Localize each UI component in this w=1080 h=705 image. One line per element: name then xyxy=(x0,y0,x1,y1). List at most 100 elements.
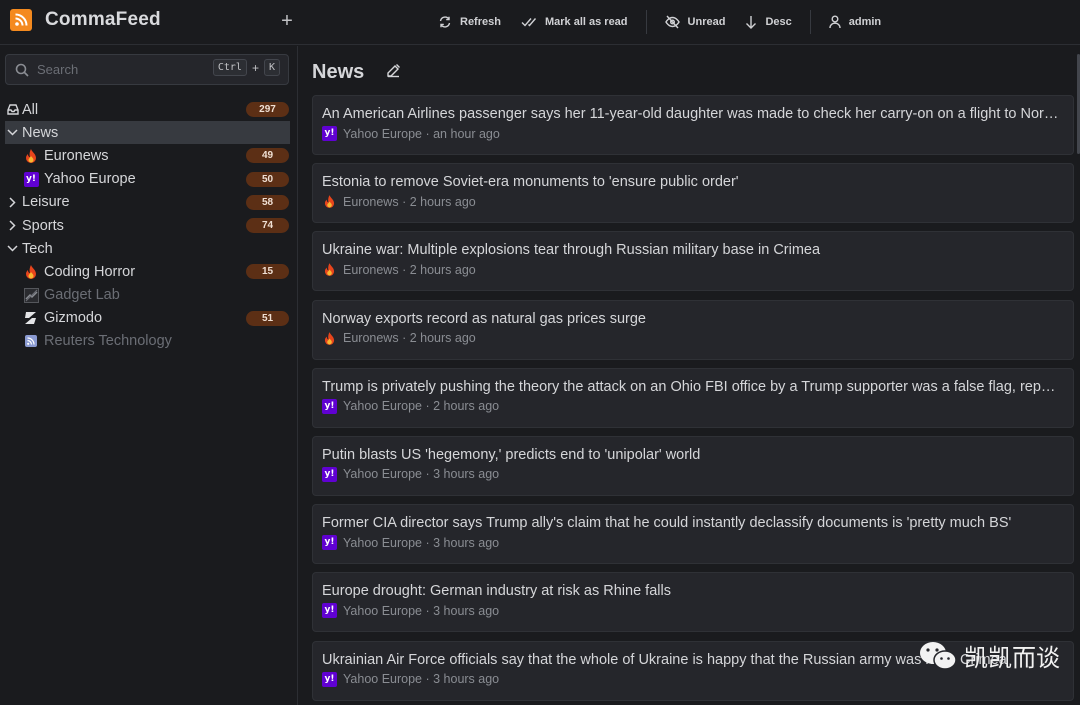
unread-label: Unread xyxy=(687,16,726,28)
tree-item-gadget-lab[interactable]: Gadget Lab xyxy=(5,284,290,307)
inbox-icon xyxy=(6,104,19,115)
tree-item-all[interactable]: All 297 xyxy=(5,98,290,121)
entry-title: Ukraine war: Multiple explosions tear th… xyxy=(322,242,821,259)
sidebar: Ctrl + K All 297 News Euronews 49 xyxy=(0,46,298,705)
entry-time: 2 hours ago xyxy=(433,399,500,414)
tree-item-euronews[interactable]: Euronews 49 xyxy=(5,144,290,167)
entry-meta: y! Yahoo Europe · 3 hours ago xyxy=(322,603,1073,619)
meta-separator: · xyxy=(398,331,410,346)
entry-meta: y! Yahoo Europe · 2 hours ago xyxy=(322,398,1073,414)
meta-separator: · xyxy=(398,262,410,277)
app-title: CommaFeed xyxy=(45,9,161,30)
chevron-down-icon[interactable] xyxy=(6,129,19,136)
entry-source: Euronews xyxy=(343,262,399,277)
entry-title: Norway exports record as natural gas pri… xyxy=(322,310,646,327)
tree-item-label: Tech xyxy=(22,240,53,257)
chevron-right-icon[interactable] xyxy=(6,220,19,231)
gadget-lab-icon xyxy=(23,287,39,303)
sort-order-label: Desc xyxy=(765,16,792,28)
chevron-down-icon[interactable] xyxy=(6,245,19,252)
username-label: admin xyxy=(848,16,882,28)
entry-item[interactable]: Estonia to remove Soviet-era monuments t… xyxy=(312,163,1074,224)
edit-icon[interactable] xyxy=(386,63,401,78)
yahoo-icon: y! xyxy=(322,535,337,551)
entry-meta: y! Yahoo Europe · 3 hours ago xyxy=(322,466,1073,482)
yahoo-icon: y! xyxy=(322,398,337,414)
flame-icon xyxy=(23,264,39,280)
chevron-right-icon[interactable] xyxy=(6,197,19,208)
euronews-flame-icon xyxy=(23,148,39,164)
entry-item[interactable]: Ukraine war: Multiple explosions tear th… xyxy=(312,231,1074,292)
tree-item-reuters-technology[interactable]: Reuters Technology xyxy=(5,330,290,353)
entry-time: 3 hours ago xyxy=(433,672,500,686)
refresh-button[interactable]: Refresh xyxy=(428,8,511,36)
user-menu-button[interactable]: admin xyxy=(819,8,891,36)
yahoo-icon: y! xyxy=(322,126,337,141)
tree-item-gizmodo[interactable]: Gizmodo 51 xyxy=(5,307,290,330)
sort-order-button[interactable]: Desc xyxy=(735,8,801,36)
checks-icon xyxy=(521,18,537,27)
rss-logo-icon xyxy=(10,9,32,31)
app-header: CommaFeed + Refresh Mark all as read Unr… xyxy=(0,0,1080,45)
search-box[interactable]: Ctrl + K xyxy=(5,54,289,85)
entry-item[interactable]: Trump is privately pushing the theory th… xyxy=(312,367,1074,428)
yahoo-icon: y! xyxy=(322,603,337,619)
entry-item[interactable]: Putin blasts US 'hegemony,' predicts end… xyxy=(312,435,1074,496)
add-subscription-button[interactable]: + xyxy=(276,10,298,32)
yahoo-icon: y! xyxy=(322,671,337,687)
entry-item[interactable]: Europe drought: German industry at risk … xyxy=(312,572,1074,633)
entry-meta: Euronews · 2 hours ago xyxy=(322,194,1073,209)
toolbar-divider xyxy=(645,10,647,34)
entry-item[interactable]: An American Airlines passenger says her … xyxy=(312,95,1074,155)
kbd-plus: + xyxy=(251,60,259,75)
tree-item-coding-horror[interactable]: Coding Horror 15 xyxy=(5,260,290,283)
entry-title: Former CIA director says Trump ally's cl… xyxy=(322,515,1012,532)
unread-count-badge: 74 xyxy=(246,217,289,233)
tree-item-yahoo-europe[interactable]: y! Yahoo Europe 50 xyxy=(5,168,290,191)
unread-count-badge: 15 xyxy=(246,264,289,280)
unread-filter-button[interactable]: Unread xyxy=(655,8,736,36)
meta-separator: · xyxy=(422,672,434,686)
entry-title: Estonia to remove Soviet-era monuments t… xyxy=(322,174,739,191)
unread-count-badge: 297 xyxy=(246,102,289,117)
meta-separator: · xyxy=(422,467,434,482)
tree-item-tech[interactable]: Tech xyxy=(5,237,290,260)
meta-separator: · xyxy=(422,535,434,550)
yahoo-icon: y! xyxy=(23,171,39,187)
entry-source: Yahoo Europe xyxy=(343,126,422,141)
entry-item[interactable]: Former CIA director says Trump ally's cl… xyxy=(312,504,1074,565)
unread-count-badge: 49 xyxy=(246,148,289,164)
mark-all-read-button[interactable]: Mark all as read xyxy=(511,8,638,36)
kbd-k: K xyxy=(263,59,280,76)
entry-source: Yahoo Europe xyxy=(343,399,422,414)
search-input[interactable] xyxy=(37,62,197,77)
refresh-icon xyxy=(439,16,451,28)
tree-item-label: News xyxy=(22,124,59,141)
euronews-flame-icon xyxy=(322,262,337,277)
search-icon xyxy=(15,63,29,77)
tree-item-leisure[interactable]: Leisure 58 xyxy=(5,191,290,214)
kbd-ctrl: Ctrl xyxy=(212,59,247,76)
entry-time: 3 hours ago xyxy=(433,603,500,618)
entry-list: An American Airlines passenger says her … xyxy=(312,95,1074,705)
meta-separator: · xyxy=(422,126,434,141)
brand[interactable]: CommaFeed xyxy=(10,9,161,31)
gizmodo-icon xyxy=(23,310,39,326)
toolbar: Refresh Mark all as read Unread Desc adm… xyxy=(428,8,891,36)
meta-separator: · xyxy=(398,194,410,209)
unread-count-badge: 51 xyxy=(246,310,289,326)
entry-time: 2 hours ago xyxy=(409,262,476,277)
entry-title: Europe drought: German industry at risk … xyxy=(322,583,671,600)
user-icon xyxy=(829,15,841,29)
yahoo-icon: y! xyxy=(322,466,337,482)
tree-item-news[interactable]: News xyxy=(5,121,290,145)
meta-separator: · xyxy=(422,603,434,618)
entry-title: An American Airlines passenger says her … xyxy=(322,106,1062,122)
tree-item-label: Reuters Technology xyxy=(44,333,172,350)
entry-source: Yahoo Europe xyxy=(343,603,422,618)
wechat-icon xyxy=(920,641,957,670)
entry-meta: Euronews · 2 hours ago xyxy=(322,331,1073,346)
watermark: 凯凯而谈 xyxy=(918,638,1060,673)
tree-item-sports[interactable]: Sports 74 xyxy=(5,214,290,237)
entry-item[interactable]: Norway exports record as natural gas pri… xyxy=(312,299,1074,360)
